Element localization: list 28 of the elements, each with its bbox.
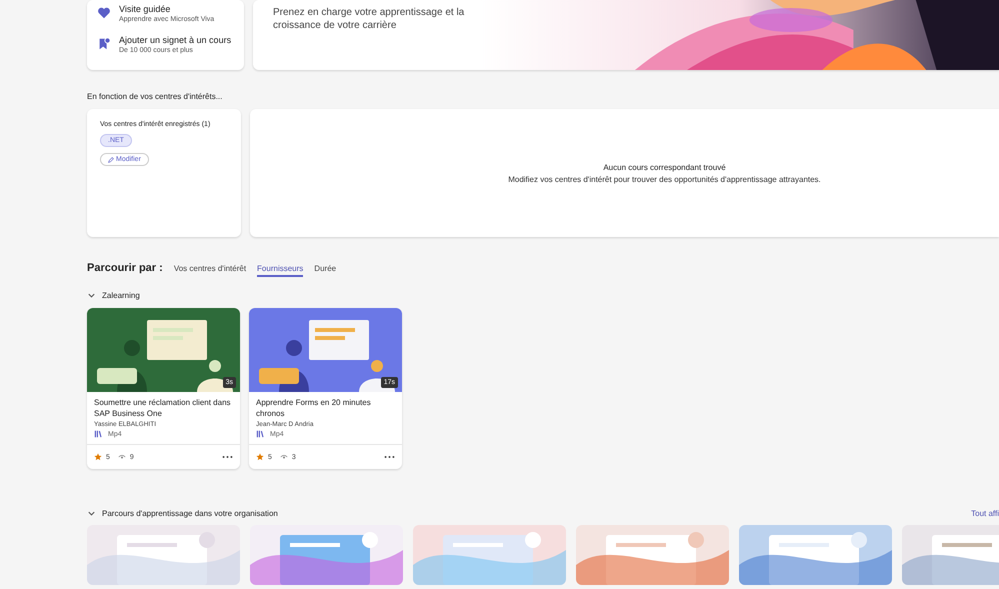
library-icon xyxy=(256,430,264,438)
browse-label: Parcourir par : xyxy=(87,262,163,274)
tab[interactable]: Vos centres d'intérêt xyxy=(174,264,246,277)
heart-icon xyxy=(97,6,111,20)
bookmark-icon xyxy=(97,37,111,51)
library-icon xyxy=(94,430,102,438)
provider-name: Zalearning xyxy=(102,291,140,300)
empty-title: Aucun cours correspondant trouvé xyxy=(603,162,726,172)
course-title: Soumettre une réclamation client dans SAP Business One xyxy=(94,397,232,419)
course-title: Apprendre Forms en 20 minutes chronos xyxy=(256,397,372,419)
link-title: Visite guidée xyxy=(119,4,172,14)
tab[interactable]: Fournisseurs xyxy=(257,264,304,277)
star-icon xyxy=(94,453,102,461)
more-icon[interactable] xyxy=(384,455,395,459)
views-icon xyxy=(118,453,126,461)
hero-text: Prenez en charge votre apprentissage et la croissance de votre carrière xyxy=(272,6,466,33)
more-icon[interactable] xyxy=(222,455,233,459)
views-icon xyxy=(280,453,288,461)
section-title: Parcours d'apprentissage dans votre organisation xyxy=(102,509,278,518)
tab[interactable]: Durée xyxy=(314,264,336,277)
chevron-icon[interactable] xyxy=(87,509,96,518)
section-heading: En fonction de vos centres d'intérêts... xyxy=(87,92,224,101)
chevron-icon[interactable] xyxy=(87,291,96,300)
see-all-link[interactable]: Tout affi xyxy=(971,509,999,518)
pencil-icon xyxy=(108,156,114,162)
star-icon xyxy=(256,453,264,461)
link-title: Ajouter un signet à un cours xyxy=(119,35,232,45)
empty-text: Modifiez vos centres d'intérêt pour trouver des opportunités d'apprentissage attrayantes. xyxy=(508,174,821,184)
